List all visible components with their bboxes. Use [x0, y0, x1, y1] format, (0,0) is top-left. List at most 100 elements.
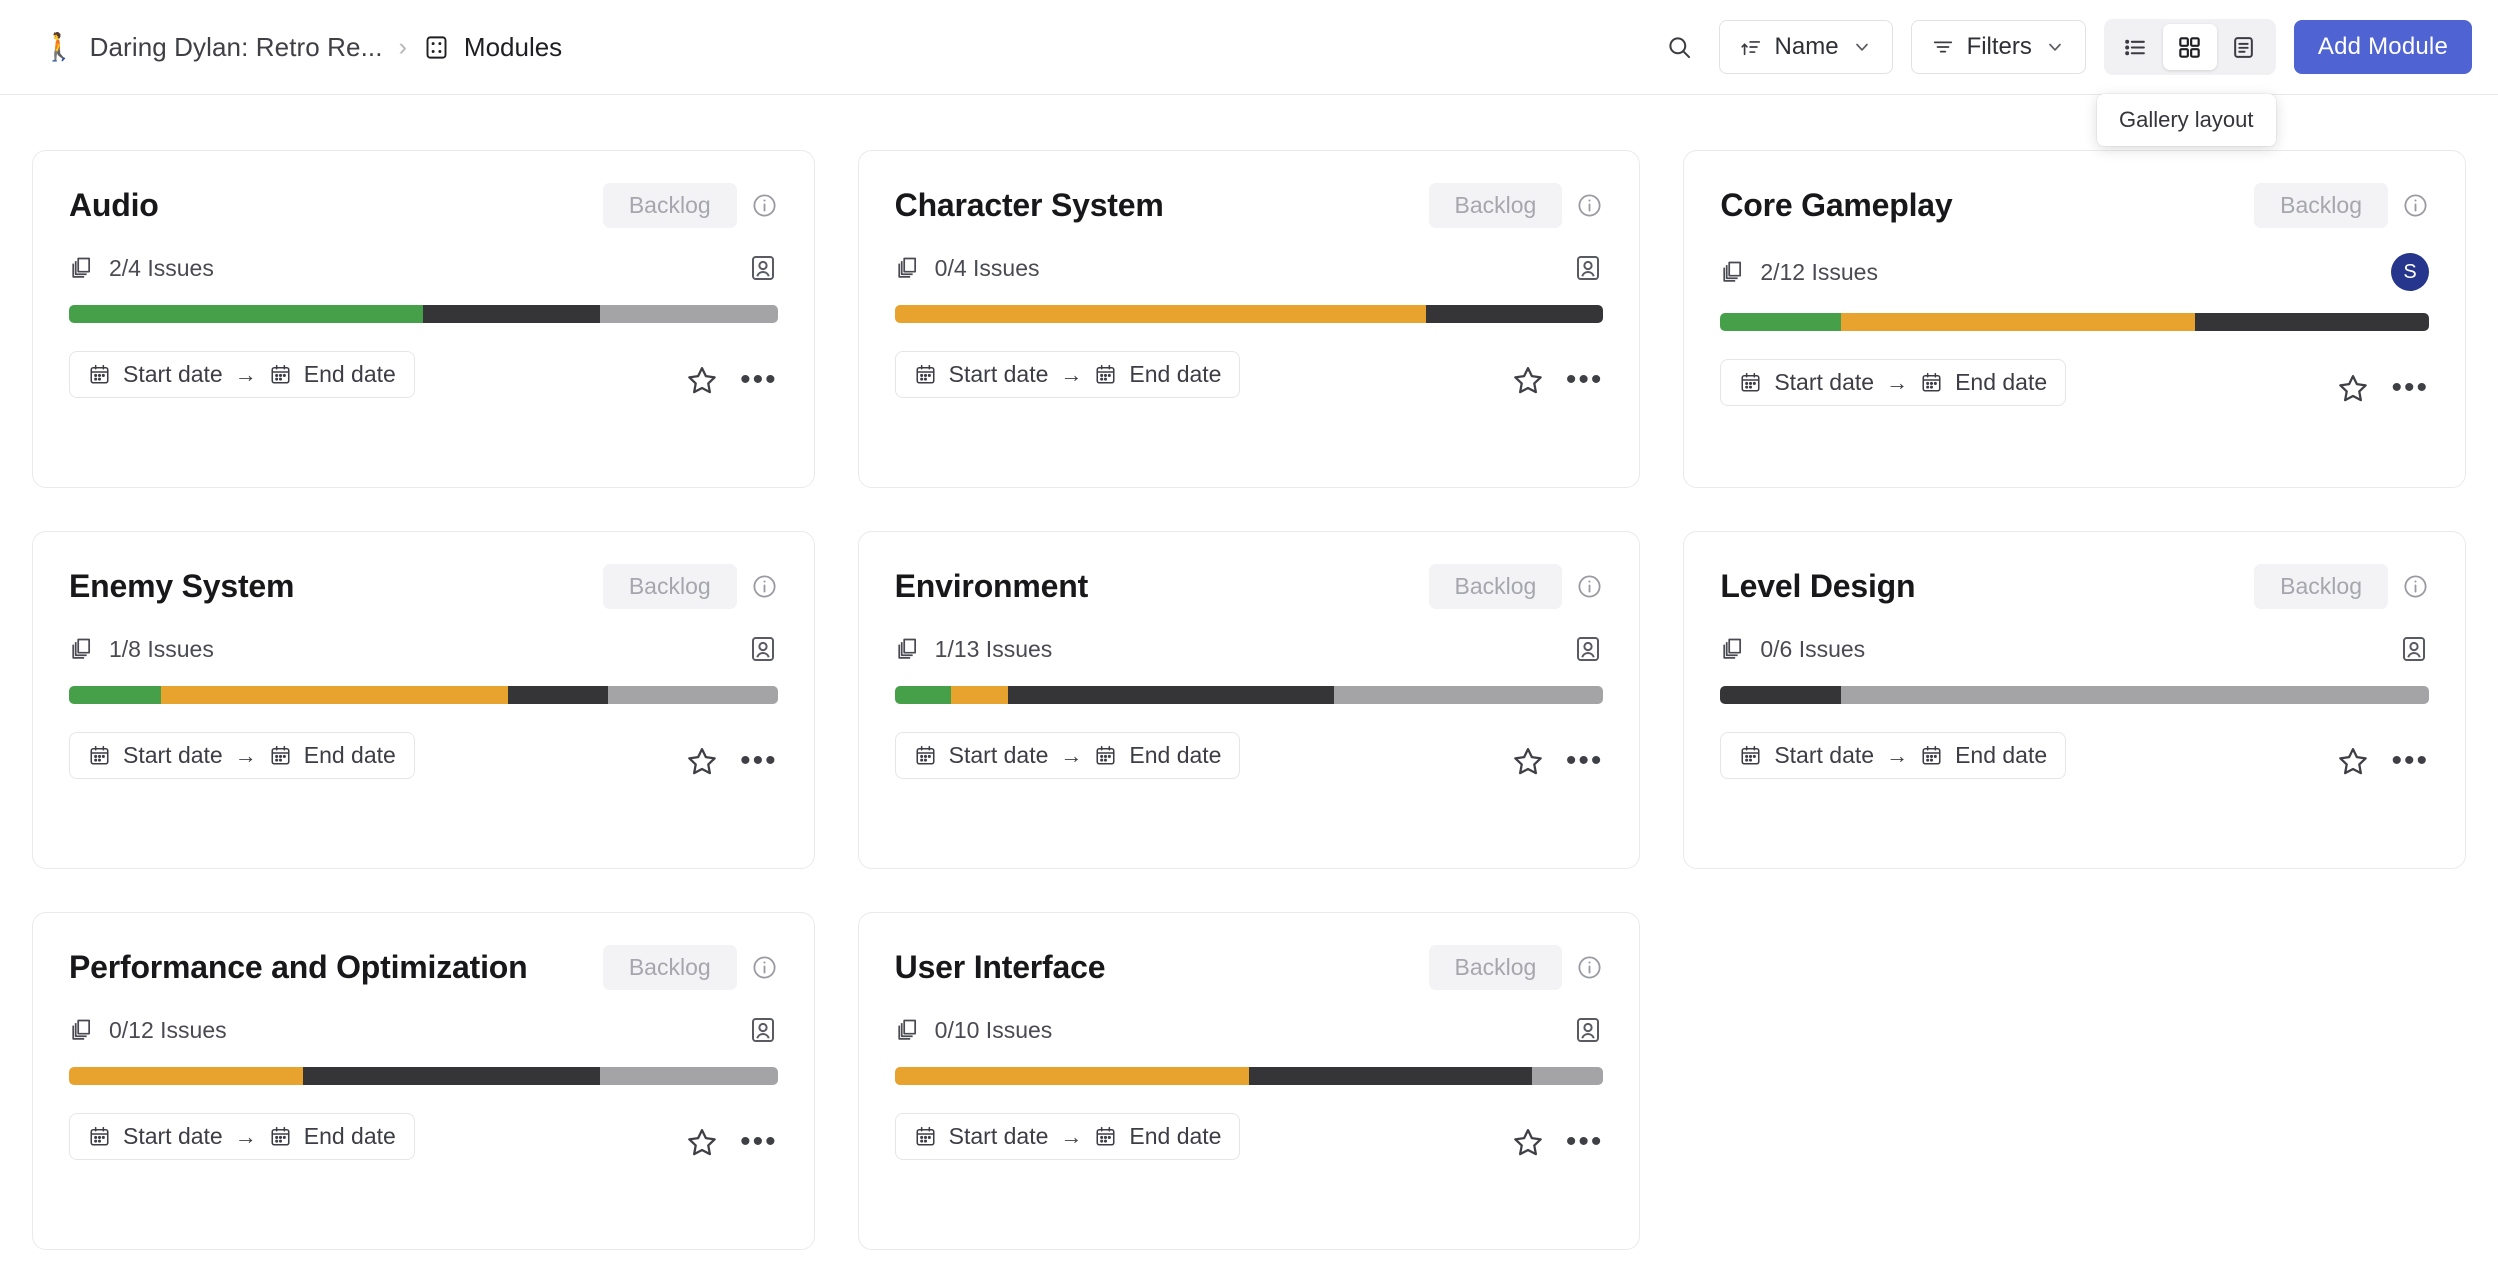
info-icon[interactable]: [1576, 192, 1603, 219]
progress-segment: [1334, 686, 1604, 704]
more-options-icon[interactable]: •••: [1566, 365, 1604, 395]
progress-segment: [607, 686, 778, 704]
layout-spreadsheet-button[interactable]: [2217, 24, 2271, 70]
info-icon[interactable]: [751, 954, 778, 981]
member-placeholder-icon[interactable]: [748, 634, 778, 664]
status-badge[interactable]: Backlog: [1428, 183, 1563, 228]
info-icon[interactable]: [1576, 954, 1603, 981]
date-range-picker[interactable]: Start date → End date: [1720, 732, 2067, 779]
calendar-icon: [88, 1125, 111, 1148]
member-placeholder-icon[interactable]: [1573, 634, 1603, 664]
module-card[interactable]: Character System Backlog 0/4 Issues Star…: [857, 150, 1641, 488]
layers-icon: [69, 636, 95, 662]
more-options-icon[interactable]: •••: [1566, 746, 1604, 776]
end-date-label: End date: [1955, 369, 2048, 395]
star-icon[interactable]: [686, 364, 718, 396]
status-badge[interactable]: Backlog: [602, 945, 737, 990]
calendar-icon: [1739, 371, 1762, 394]
date-range-picker[interactable]: Start date → End date: [894, 351, 1241, 398]
calendar-icon: [1920, 371, 1943, 394]
start-date-label: Start date: [123, 742, 223, 768]
module-lead: [2399, 634, 2429, 664]
module-title: Core Gameplay: [1720, 187, 1953, 223]
arrow-right-icon: →: [234, 1123, 257, 1149]
progress-segment: [1840, 686, 2429, 704]
module-title: Audio: [69, 187, 159, 223]
progress-segment: [600, 305, 778, 323]
status-badge[interactable]: Backlog: [1428, 564, 1563, 609]
member-placeholder-icon[interactable]: [2399, 634, 2429, 664]
module-card[interactable]: User Interface Backlog 0/10 Issues Start…: [857, 912, 1641, 1250]
search-icon: [1666, 34, 1693, 61]
date-range-picker[interactable]: Start date → End date: [69, 1113, 415, 1160]
layout-list-button[interactable]: [2109, 24, 2163, 70]
info-icon[interactable]: [2402, 192, 2429, 219]
star-icon[interactable]: [2337, 372, 2369, 404]
progress-segment: [1532, 1067, 1604, 1085]
date-range-picker[interactable]: Start date → End date: [1720, 359, 2067, 406]
end-date-label: End date: [1129, 742, 1222, 768]
avatar[interactable]: S: [2391, 253, 2429, 291]
module-meta: 0/6 Issues: [1720, 634, 2429, 664]
info-icon[interactable]: [751, 192, 778, 219]
start-date-label: Start date: [948, 742, 1049, 768]
status-badge[interactable]: Backlog: [2254, 564, 2388, 609]
date-range-picker[interactable]: Start date → End date: [69, 351, 415, 398]
member-placeholder-icon[interactable]: [1573, 253, 1603, 283]
star-icon[interactable]: [1512, 745, 1544, 777]
date-range-picker[interactable]: Start date → End date: [894, 732, 1241, 779]
more-options-icon[interactable]: •••: [740, 746, 778, 776]
progress-segment: [894, 305, 1427, 323]
info-icon[interactable]: [751, 573, 778, 600]
calendar-icon: [269, 363, 292, 386]
module-meta: 0/4 Issues: [895, 253, 1604, 283]
layers-icon: [69, 255, 95, 281]
module-card-header: Environment Backlog: [895, 564, 1604, 609]
toolbar: Name Filters Add Module: [1659, 19, 2472, 75]
status-badge[interactable]: Backlog: [602, 564, 737, 609]
star-icon[interactable]: [686, 1126, 718, 1158]
status-badge[interactable]: Backlog: [602, 183, 737, 228]
search-button[interactable]: [1659, 26, 1701, 68]
add-module-button[interactable]: Add Module: [2293, 20, 2472, 74]
more-options-icon[interactable]: •••: [740, 365, 778, 395]
module-header-actions: Backlog: [1428, 564, 1604, 609]
more-options-icon[interactable]: •••: [2391, 746, 2429, 776]
breadcrumb-modules[interactable]: Modules: [413, 26, 572, 69]
progress-segment: [69, 305, 424, 323]
more-options-icon[interactable]: •••: [740, 1127, 778, 1157]
module-title: Performance and Optimization: [69, 949, 528, 985]
issues-count: 1/13 Issues: [934, 635, 1053, 662]
member-placeholder-icon[interactable]: [748, 253, 778, 283]
sort-dropdown[interactable]: Name: [1718, 20, 1893, 74]
more-options-icon[interactable]: •••: [2391, 373, 2429, 403]
info-icon[interactable]: [2402, 573, 2429, 600]
module-card[interactable]: Audio Backlog 2/4 Issues Start date → En…: [32, 150, 815, 488]
layers-icon: [1720, 259, 1746, 285]
module-footer: Start date → End date •••: [894, 1113, 1604, 1160]
module-card[interactable]: Performance and Optimization Backlog 0/1…: [32, 912, 815, 1250]
date-range-picker[interactable]: Start date → End date: [69, 732, 415, 779]
calendar-icon: [88, 363, 111, 386]
star-icon[interactable]: [1512, 1126, 1544, 1158]
star-icon[interactable]: [2337, 745, 2369, 777]
module-card[interactable]: Core Gameplay Backlog 2/12 Issues S Star…: [1683, 150, 2466, 488]
star-icon[interactable]: [1512, 364, 1544, 396]
more-options-icon[interactable]: •••: [1566, 1127, 1604, 1157]
star-icon[interactable]: [686, 745, 718, 777]
status-badge[interactable]: Backlog: [1428, 945, 1563, 990]
progress-bar: [894, 305, 1604, 323]
module-lead: [748, 1015, 778, 1045]
status-badge[interactable]: Backlog: [2254, 183, 2388, 228]
module-card[interactable]: Environment Backlog 1/13 Issues Start da…: [857, 531, 1641, 869]
breadcrumb-project[interactable]: 🚶 Daring Dylan: Retro Re...: [32, 26, 393, 69]
layout-gallery-button[interactable]: [2162, 24, 2217, 70]
filters-dropdown[interactable]: Filters: [1910, 20, 2086, 74]
date-range-picker[interactable]: Start date → End date: [894, 1113, 1241, 1160]
member-placeholder-icon[interactable]: [1573, 1015, 1603, 1045]
info-icon[interactable]: [1576, 573, 1603, 600]
member-placeholder-icon[interactable]: [748, 1015, 778, 1045]
start-date-label: Start date: [948, 1123, 1049, 1149]
module-card[interactable]: Enemy System Backlog 1/8 Issues Start da…: [32, 531, 815, 869]
module-card[interactable]: Level Design Backlog 0/6 Issues Start da…: [1683, 531, 2466, 869]
